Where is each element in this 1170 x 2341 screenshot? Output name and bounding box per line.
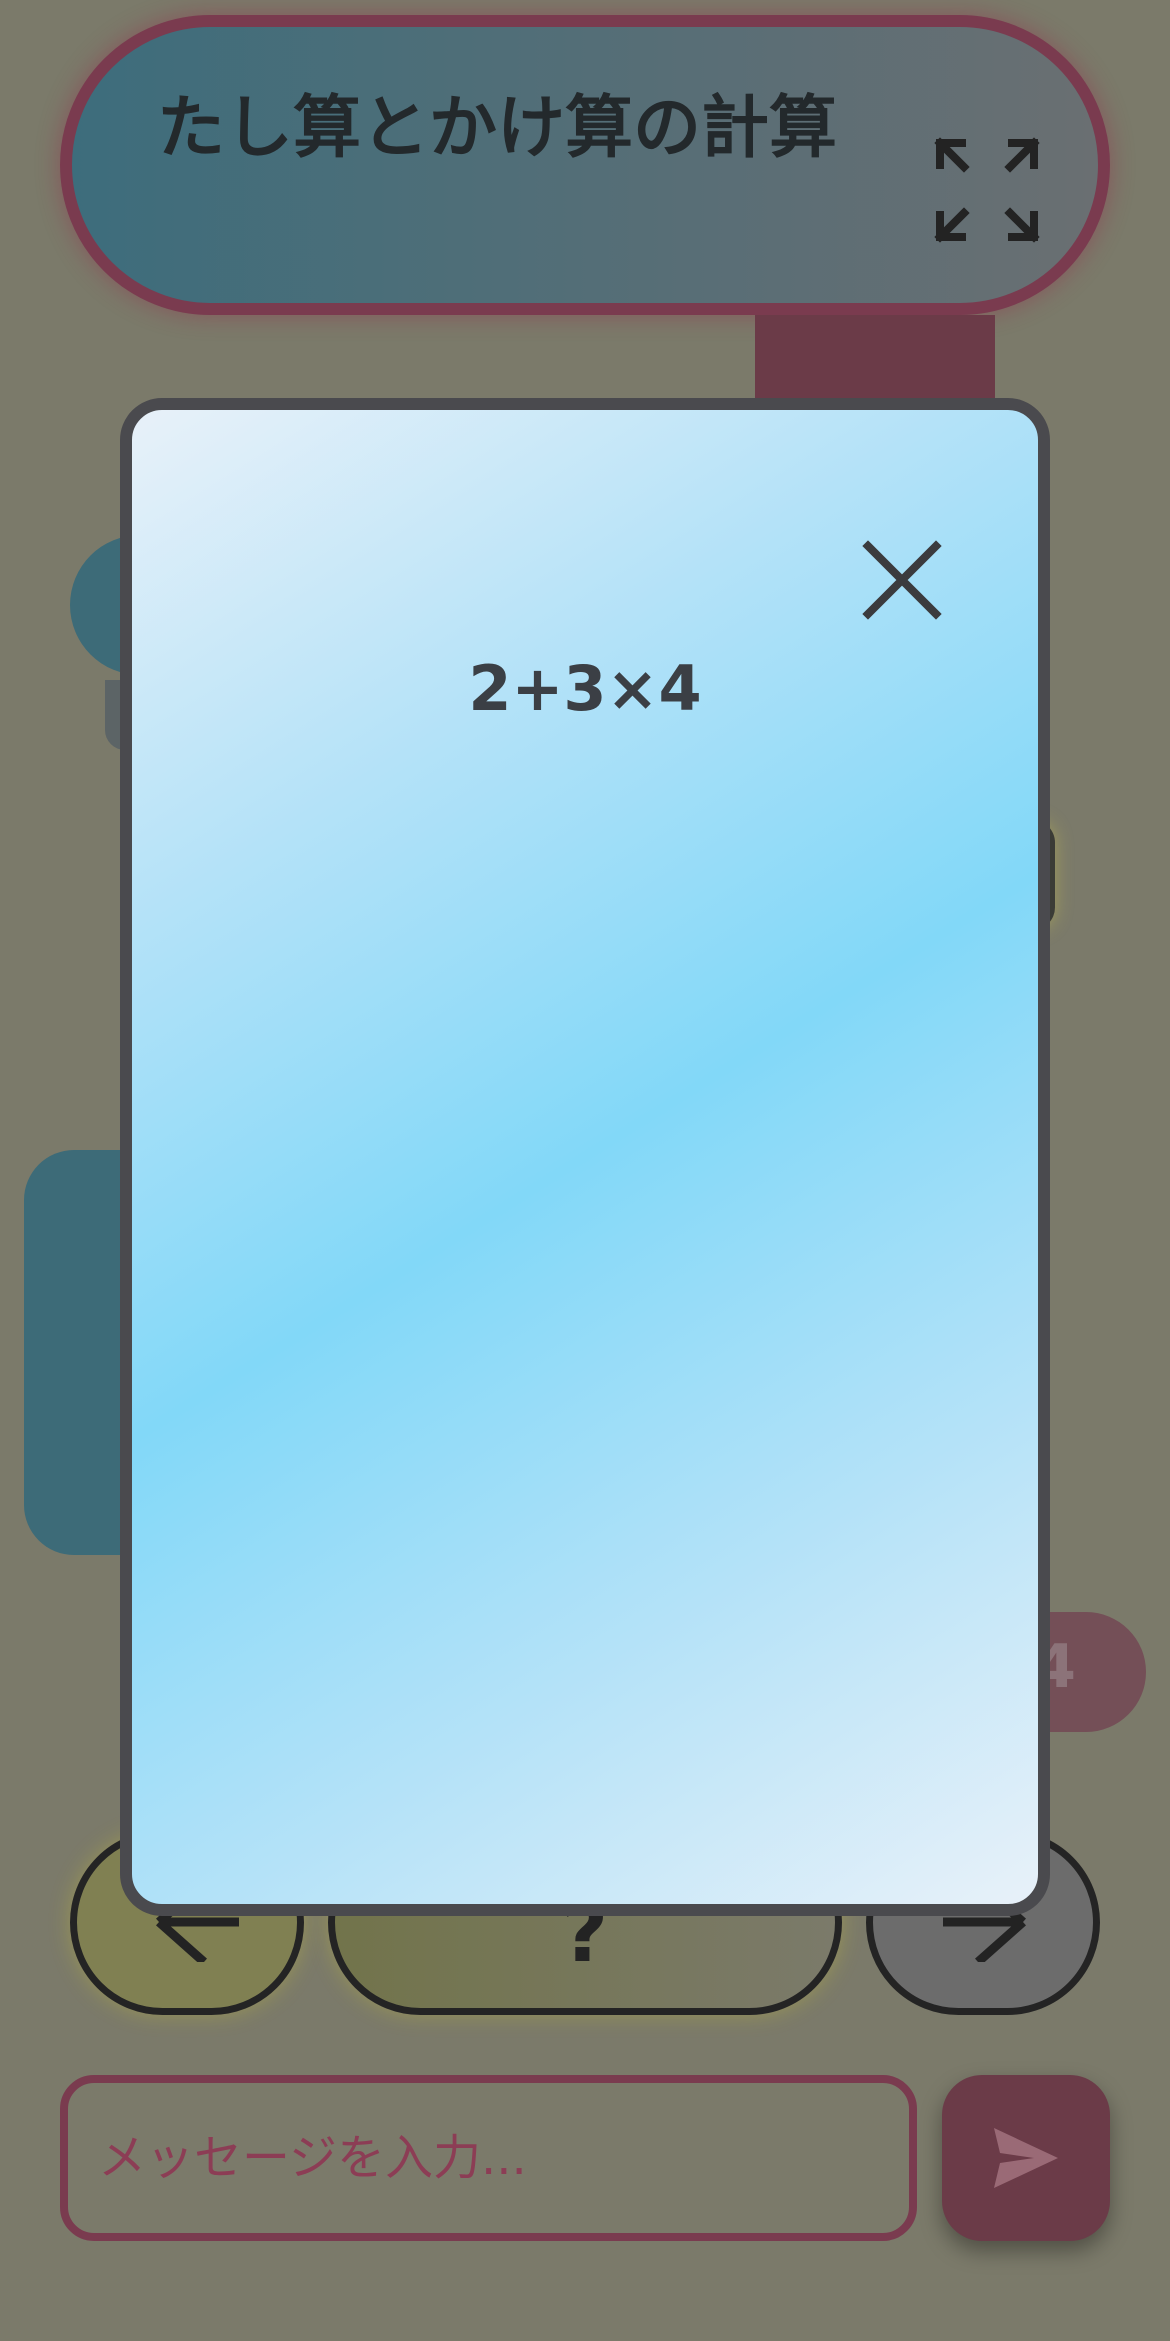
close-icon bbox=[862, 540, 942, 620]
header-tab bbox=[755, 315, 995, 410]
math-expression: 2+3×4 bbox=[468, 652, 702, 725]
expand-button[interactable] bbox=[932, 135, 1042, 245]
expression-modal: 2+3×4 bbox=[120, 398, 1050, 1916]
close-button[interactable] bbox=[852, 530, 952, 630]
lesson-title: たし算とかけ算の計算 bbox=[157, 89, 838, 168]
lesson-header: たし算とかけ算の計算 bbox=[60, 15, 1110, 315]
send-button[interactable] bbox=[942, 2075, 1110, 2241]
message-input[interactable] bbox=[60, 2075, 917, 2241]
send-icon bbox=[994, 2128, 1058, 2188]
expand-arrows-icon bbox=[934, 137, 1040, 243]
